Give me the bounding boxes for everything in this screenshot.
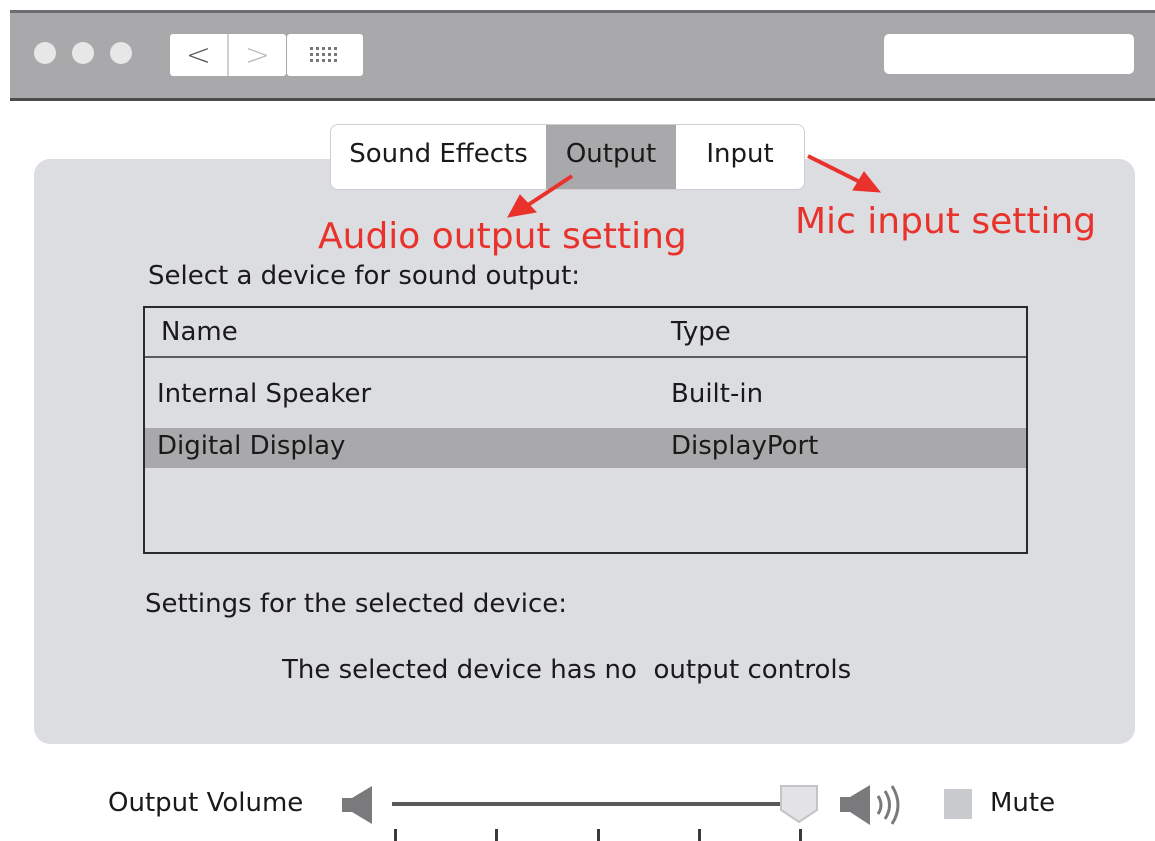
zoom-window-button[interactable] (110, 42, 132, 64)
grid-icon (310, 47, 337, 62)
table-header: Name Type (145, 308, 1026, 358)
tab-input[interactable]: Input (676, 125, 804, 189)
device-type-cell: Built-in (671, 379, 764, 409)
forward-button[interactable]: > (229, 34, 286, 76)
back-button[interactable]: < (170, 34, 229, 76)
settings-heading: Settings for the selected device: (145, 589, 568, 619)
volume-tick (799, 829, 802, 841)
output-volume-slider[interactable] (392, 802, 802, 806)
device-name-cell: Digital Display (157, 431, 346, 461)
table-row-selected[interactable]: Digital Display DisplayPort (145, 428, 1026, 468)
show-all-button[interactable] (287, 34, 363, 76)
device-name-cell: Internal Speaker (157, 379, 372, 409)
output-annotation-label: Audio output setting (318, 216, 687, 257)
mute-label: Mute (990, 788, 1056, 818)
speaker-low-icon (342, 786, 372, 824)
column-header-name[interactable]: Name (161, 317, 238, 347)
device-table: Name Type Internal Speaker Built-in Digi… (143, 306, 1028, 554)
output-volume-label: Output Volume (108, 788, 304, 818)
device-type-cell: DisplayPort (671, 431, 819, 461)
volume-tick (697, 829, 701, 841)
tab-sound-effects[interactable]: Sound Effects (331, 125, 546, 189)
volume-slider-thumb[interactable] (779, 784, 819, 824)
mute-checkbox[interactable] (944, 789, 972, 819)
no-controls-message: The selected device has no output contro… (282, 655, 852, 685)
search-input[interactable] (884, 34, 1134, 74)
volume-tick (495, 829, 499, 841)
minimize-window-button[interactable] (72, 42, 94, 64)
table-row[interactable]: Internal Speaker Built-in (145, 376, 1026, 416)
column-header-type[interactable]: Type (671, 317, 731, 347)
close-window-button[interactable] (34, 42, 56, 64)
nav-button-group: < > (170, 34, 286, 76)
tab-output[interactable]: Output (546, 125, 676, 189)
tab-bar: Sound Effects Output Input (330, 124, 805, 190)
window-titlebar: < > (10, 10, 1155, 101)
input-annotation-label: Mic input setting (795, 201, 1097, 242)
volume-tick (596, 829, 600, 841)
device-select-prompt: Select a device for sound output: (148, 261, 581, 291)
volume-tick (394, 829, 397, 841)
back-arrow-icon: < (185, 37, 212, 73)
speaker-high-icon (840, 785, 900, 825)
forward-arrow-icon: > (244, 37, 271, 73)
